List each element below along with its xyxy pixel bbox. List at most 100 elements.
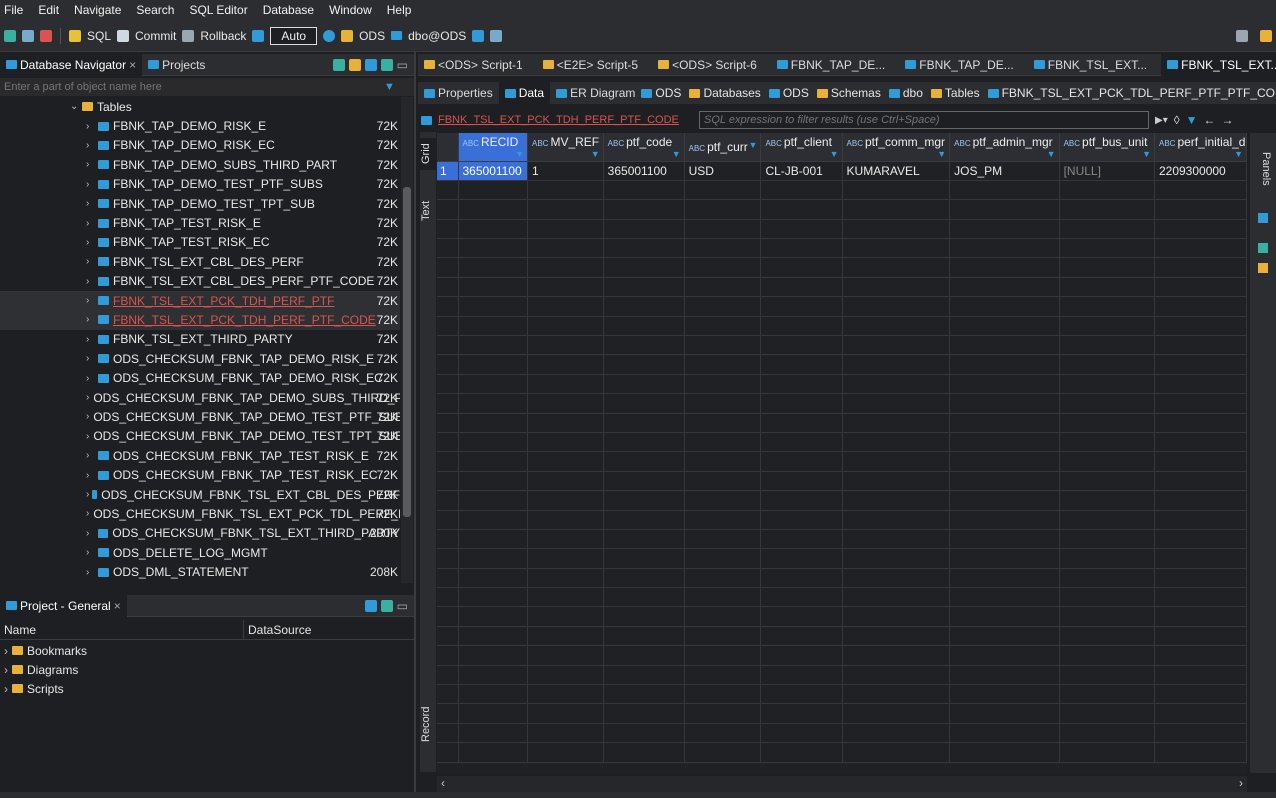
perspective-icon[interactable] — [1260, 29, 1272, 42]
sort-icon[interactable]: ▼ — [937, 149, 946, 159]
sort-icon[interactable]: ▼ — [672, 149, 681, 159]
table-cell[interactable]: CL-JB-001 — [760, 161, 843, 181]
close-icon[interactable]: × — [129, 58, 136, 72]
tree-item-table[interactable]: › ODS_CHECKSUM_FBNK_TAP_DEMO_TEST_TPT_SUB… — [0, 427, 400, 446]
editor-tab[interactable]: <ODS> Script-1 — [418, 54, 529, 76]
navigate-back-icon[interactable]: ← — [1204, 113, 1216, 127]
table-cell[interactable]: 2209300000 — [1154, 161, 1247, 181]
breadcrumb-item[interactable]: dbo — [888, 86, 923, 100]
column-header[interactable]: ABC ptf_admin_mgr ▼ — [949, 133, 1060, 162]
table-cell[interactable]: 365001100 — [458, 161, 528, 181]
tree-item-table[interactable]: › ODS_CHECKSUM_FBNK_TAP_TEST_RISK_EC 72K — [0, 465, 400, 484]
panels-tab[interactable]: Panels — [1256, 141, 1272, 197]
table-cell[interactable]: 365001100 — [603, 161, 685, 181]
table-cell[interactable]: JOS_PM — [949, 161, 1060, 181]
minimize-icon[interactable]: ▭ — [397, 599, 408, 613]
column-header[interactable]: ABC ptf_client ▼ — [760, 133, 843, 162]
sql-button[interactable]: SQL — [87, 29, 111, 43]
tab-database-navigator[interactable]: Database Navigator × — [0, 53, 143, 76]
search-tool-icon[interactable] — [490, 29, 503, 42]
sort-icon[interactable]: ▼ — [591, 149, 600, 159]
tree-item-table[interactable]: › ODS_CHECKSUM_FBNK_TAP_DEMO_RISK_E 72K — [0, 349, 400, 368]
tree-item-table[interactable]: › FBNK_TAP_DEMO_RISK_E 72K — [0, 116, 400, 135]
sort-icon[interactable]: ▼ — [515, 149, 524, 159]
menu-window[interactable]: Window — [329, 3, 372, 17]
project-item-bookmarks[interactable]: › Bookmarks — [0, 641, 414, 660]
table-row[interactable]: 1 365001100 1 365001100 USD CL-JB-001 KUMARAVE… — [437, 161, 1247, 181]
result-table-name[interactable]: FBNK_TSL_EXT_PCK_TDH_PERF_PTF_CODE — [438, 114, 693, 126]
column-header[interactable]: ABC perf_initial_d ▼ — [1154, 133, 1247, 162]
object-filter-input[interactable] — [4, 81, 384, 93]
column-header[interactable]: ABC ptf_curr ▼ — [684, 133, 762, 162]
link-editor-icon[interactable] — [380, 58, 393, 71]
tree-item-table[interactable]: › FBNK_TSL_EXT_CBL_DES_PERF 72K — [0, 252, 400, 271]
metadata-icon[interactable] — [1258, 243, 1268, 253]
tree-item-table[interactable]: › ODS_CHECKSUM_FBNK_TSL_EXT_CBL_DES_PERF 7… — [0, 485, 400, 504]
column-header[interactable]: ABC ptf_comm_mgr ▼ — [842, 133, 951, 162]
minimize-icon[interactable]: ▭ — [397, 58, 408, 72]
tab-properties[interactable]: Properties — [418, 82, 499, 104]
sort-icon[interactable]: ▼ — [1047, 149, 1056, 159]
tree-item-table[interactable]: › FBNK_TAP_TEST_RISK_E 72K — [0, 213, 400, 232]
tree-item-table[interactable]: › ODS_DML_STATEMENT 208K — [0, 562, 400, 581]
chevron-right-icon[interactable]: › — [86, 470, 98, 481]
tree-item-table[interactable]: › FBNK_TSL_EXT_PCK_TDH_PERF_PTF 72K — [0, 290, 400, 311]
menu-navigate[interactable]: Navigate — [74, 3, 121, 17]
collapse-all-icon[interactable] — [364, 58, 377, 71]
column-datasource[interactable]: DataSource — [244, 620, 315, 639]
breadcrumb-item[interactable]: ODS — [641, 86, 681, 100]
tree-item-table[interactable]: › ODS_CHECKSUM_FBNK_TSL_EXT_THIRD_PARTY 20… — [0, 524, 400, 543]
datasource-selector[interactable]: ODS — [359, 29, 385, 43]
sort-icon[interactable]: ▼ — [830, 149, 839, 159]
editor-tab[interactable]: FBNK_TAP_DE... — [771, 54, 891, 76]
column-header[interactable]: ABC ptf_bus_unit ▼ — [1059, 133, 1155, 162]
tree-item-table[interactable]: › FBNK_TAP_TEST_RISK_EC 72K — [0, 233, 400, 252]
menu-help[interactable]: Help — [387, 3, 412, 17]
close-icon[interactable]: × — [114, 599, 121, 613]
scroll-left-icon[interactable]: ‹ — [441, 776, 445, 790]
menu-search[interactable]: Search — [136, 3, 174, 17]
breadcrumb-item[interactable]: FBNK_TSL_EXT_PCK_TDL_PERF_PTF_PTF_CODE — [987, 86, 1276, 100]
column-header[interactable]: ABC RECID ▼ — [458, 133, 528, 162]
navigate-forward-icon[interactable]: → — [1222, 113, 1234, 127]
chevron-right-icon[interactable]: › — [86, 237, 98, 248]
grouping-icon[interactable] — [1258, 263, 1268, 273]
chevron-right-icon[interactable]: › — [86, 528, 98, 539]
breadcrumb-item[interactable]: Databases — [689, 86, 761, 100]
breadcrumb-item[interactable]: Tables — [930, 86, 980, 100]
filter-history-icon[interactable]: ▶▾ — [1155, 115, 1168, 126]
sort-icon[interactable]: ▼ — [1234, 149, 1243, 159]
transaction-mode-icon[interactable] — [252, 29, 265, 42]
project-item-scripts[interactable]: › Scripts — [0, 679, 414, 698]
sort-icon[interactable]: ▼ — [1142, 149, 1151, 159]
menu-edit[interactable]: Edit — [38, 3, 59, 17]
chevron-right-icon[interactable]: › — [86, 276, 98, 287]
tab-project-general[interactable]: Project - General × — [0, 594, 127, 617]
editor-tab[interactable]: FBNK_TSL_EXT...× — [1161, 53, 1276, 76]
calculator-icon[interactable] — [1258, 213, 1268, 223]
chevron-right-icon[interactable]: › — [86, 373, 98, 384]
tree-item-table[interactable]: › FBNK_TAP_DEMO_SUBS_THIRD_PART 72K — [0, 155, 400, 174]
tools-icon[interactable] — [472, 29, 485, 42]
search-icon[interactable] — [1236, 29, 1248, 42]
tree-item-table[interactable]: › FBNK_TAP_DEMO_RISK_EC 72K — [0, 136, 400, 155]
filter-icon[interactable]: ▼ — [384, 81, 395, 93]
table-cell[interactable]: USD — [684, 161, 762, 181]
chevron-right-icon[interactable]: › — [86, 218, 98, 229]
filter-expression-input[interactable] — [699, 111, 1149, 129]
table-cell[interactable]: KUMARAVEL — [842, 161, 951, 181]
new-connection-icon[interactable] — [332, 58, 345, 71]
chevron-right-icon[interactable]: › — [86, 334, 98, 345]
connection-selector[interactable]: dbo@ODS — [408, 29, 466, 43]
tree-item-table[interactable]: › ODS_CHECKSUM_FBNK_TAP_DEMO_TEST_PTF_SUB… — [0, 407, 400, 426]
editor-tab[interactable]: FBNK_TSL_EXT... — [1028, 54, 1153, 76]
menu-database[interactable]: Database — [263, 3, 314, 17]
tab-projects[interactable]: Projects — [142, 54, 211, 76]
editor-tab[interactable]: FBNK_TAP_DE... — [899, 54, 1019, 76]
chevron-right-icon[interactable]: › — [86, 314, 98, 325]
connect-icon[interactable] — [22, 29, 34, 42]
tree-item-table[interactable]: › ODS_CHECKSUM_FBNK_TAP_DEMO_SUBS_THIRD_P… — [0, 388, 400, 407]
tree-item-table[interactable]: › ODS_CHECKSUM_FBNK_TAP_TEST_RISK_E 72K — [0, 446, 400, 465]
chevron-right-icon[interactable]: › — [86, 159, 98, 170]
scrollbar-thumb[interactable] — [403, 187, 411, 517]
